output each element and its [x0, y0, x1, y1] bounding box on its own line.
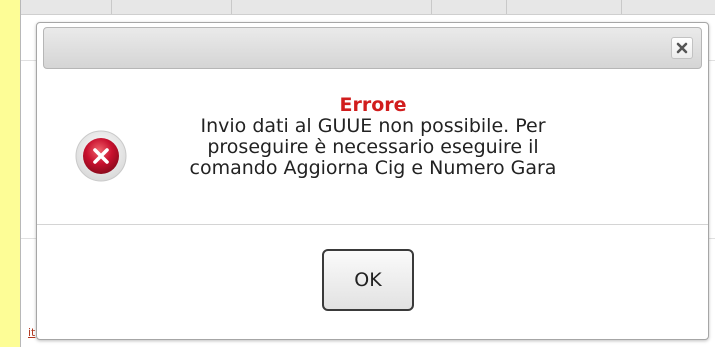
dialog-titlebar[interactable]: [43, 27, 702, 69]
background-column-divider: [111, 0, 112, 14]
background-column-divider: [431, 0, 432, 14]
error-message-line: Invio dati al GUUE non possibile. Per: [200, 115, 546, 137]
error-message-line: proseguire è necessario eseguire il: [207, 136, 539, 158]
error-message-line: comando Aggiorna Cig e Numero Gara: [189, 157, 557, 179]
background-table-header: [21, 0, 715, 15]
background-link[interactable]: it: [28, 326, 35, 339]
background-column-divider: [231, 0, 232, 14]
dialog-divider: [37, 224, 708, 225]
close-button[interactable]: [671, 37, 693, 59]
background-column-divider: [621, 0, 622, 14]
close-icon: [676, 42, 688, 54]
error-title: Errore: [339, 94, 407, 116]
ok-button[interactable]: OK: [322, 249, 414, 311]
error-message: Errore Invio dati al GUUE non possibile.…: [147, 94, 599, 179]
error-icon: [75, 130, 127, 182]
background-column-divider: [506, 0, 507, 14]
error-dialog: Errore Invio dati al GUUE non possibile.…: [36, 22, 709, 340]
